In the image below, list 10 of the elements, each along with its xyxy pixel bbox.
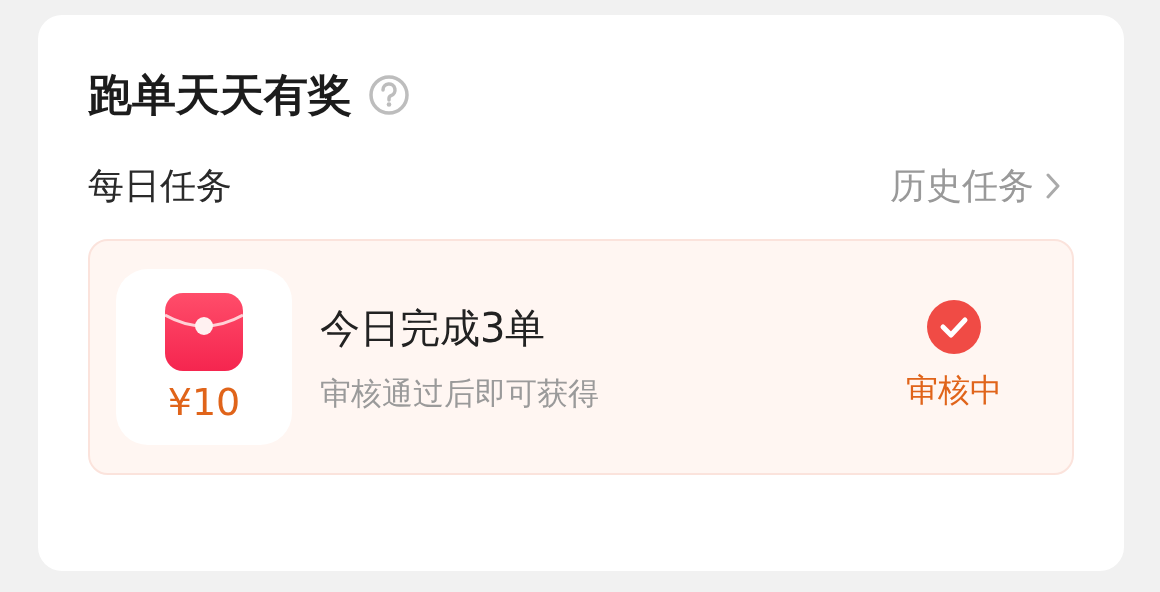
help-icon[interactable]	[368, 74, 410, 116]
page-title: 跑单天天有奖	[88, 68, 352, 122]
status-label: 审核中	[906, 370, 1002, 411]
history-link[interactable]: 历史任务	[890, 159, 1074, 213]
envelope-icon	[165, 293, 243, 371]
chevron-right-icon	[1046, 173, 1060, 199]
section-heading: 每日任务	[88, 164, 232, 208]
task-description: 审核通过后即可获得	[320, 373, 600, 413]
reward-amount: ¥10	[167, 383, 241, 421]
task-title: 今日完成3单	[320, 303, 547, 353]
